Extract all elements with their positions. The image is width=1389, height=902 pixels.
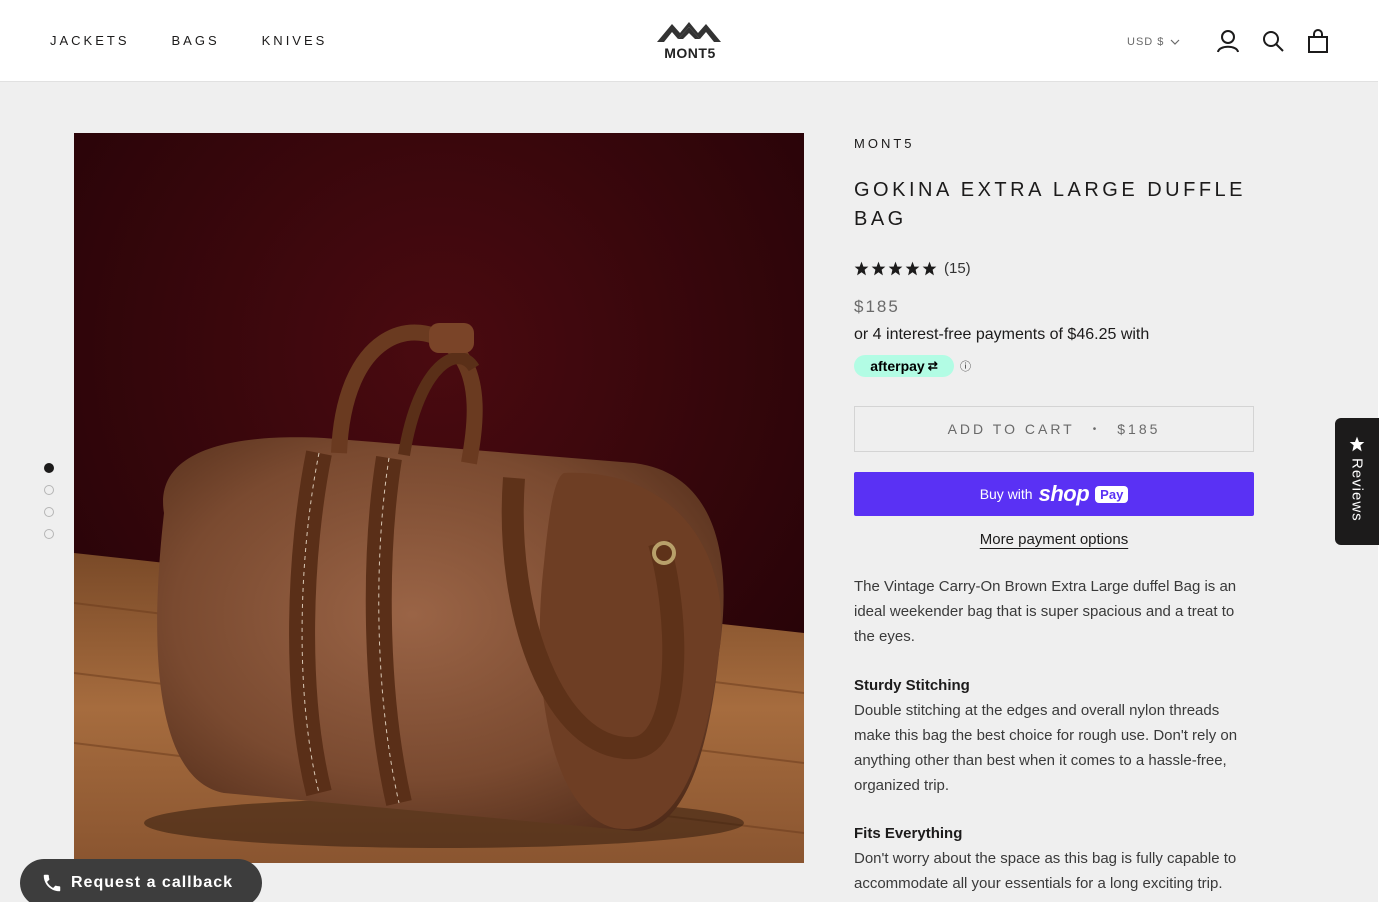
gallery-dot[interactable] [44, 529, 54, 539]
scrollbar-track[interactable] [1378, 0, 1389, 902]
more-payment-options-link[interactable]: More payment options [854, 531, 1254, 548]
main-nav: JACKETS BAGS KNIVES [50, 33, 327, 48]
shop-pay-buy-label: Buy with [979, 486, 1033, 502]
gallery-dot[interactable] [44, 463, 54, 473]
afterpay-logo-text: afterpay [870, 358, 925, 374]
reviews-tab-label: Reviews [1348, 458, 1366, 522]
star-rating [854, 261, 937, 276]
star-icon [922, 261, 937, 276]
chevron-down-icon [1170, 39, 1180, 45]
review-count[interactable]: (15) [944, 260, 971, 277]
add-to-cart-price: $185 [1117, 421, 1161, 437]
currency-label: USD $ [1127, 36, 1165, 48]
section-body: Double stitching at the edges and overal… [854, 702, 1238, 794]
gallery-dot[interactable] [44, 485, 54, 495]
request-callback-button[interactable]: Request a callback [20, 859, 262, 902]
product-price: $185 [854, 297, 900, 316]
reviews-side-tab[interactable]: Reviews [1335, 418, 1379, 545]
product-description: The Vintage Carry-On Brown Extra Large d… [854, 574, 1246, 902]
description-section: Fits Everything Don't worry about the sp… [854, 821, 1246, 902]
section-heading: Sturdy Stitching [854, 677, 970, 694]
nav-item-knives[interactable]: KNIVES [262, 33, 328, 48]
star-icon [905, 261, 920, 276]
section-body: Don't worry about the space as this bag … [854, 850, 1237, 902]
shop-pay-shop-logo: shop [1038, 481, 1090, 506]
nav-item-bags[interactable]: BAGS [172, 33, 220, 48]
search-icon[interactable] [1261, 29, 1285, 53]
product-title: GOKINA EXTRA LARGE DUFFLE BAG [854, 179, 1247, 230]
product-vendor[interactable]: MONT5 [854, 136, 1254, 151]
duffle-bag-image [74, 133, 804, 863]
add-to-cart-button[interactable]: ADD TO CART • $185 [854, 406, 1254, 452]
afterpay-arrows-icon: ⇄ [927, 359, 938, 373]
cart-icon[interactable] [1306, 29, 1330, 53]
shop-pay-pay-badge: Pay [1095, 485, 1129, 503]
account-icon[interactable] [1216, 29, 1240, 53]
gallery-nav-dots [44, 463, 54, 539]
site-header: JACKETS BAGS KNIVES MONT5 USD $ [0, 0, 1378, 82]
currency-selector[interactable]: USD $ [1127, 36, 1180, 48]
description-section: Sturdy Stitching Double stitching at the… [854, 673, 1246, 798]
afterpay-row: afterpay ⇄ ⓘ [854, 355, 1254, 377]
star-icon [854, 261, 869, 276]
afterpay-message: or 4 interest-free payments of $46.25 wi… [854, 326, 1150, 343]
logo-wordmark: MONT5 [664, 45, 716, 61]
nav-item-jackets[interactable]: JACKETS [50, 33, 130, 48]
add-to-cart-label: ADD TO CART [947, 421, 1075, 437]
product-rating[interactable]: (15) [854, 260, 1254, 277]
callback-label: Request a callback [71, 874, 234, 891]
star-icon [871, 261, 886, 276]
section-heading: Fits Everything [854, 825, 963, 842]
product-image[interactable] [74, 133, 804, 863]
star-icon [888, 261, 903, 276]
afterpay-logo[interactable]: afterpay ⇄ [854, 355, 954, 377]
gallery-dot[interactable] [44, 507, 54, 517]
star-icon [1349, 436, 1365, 452]
add-to-cart-separator: • [1092, 423, 1100, 435]
product-info: MONT5 GOKINA EXTRA LARGE DUFFLE BAG (15)… [854, 133, 1254, 902]
phone-icon [43, 874, 61, 892]
description-intro: The Vintage Carry-On Brown Extra Large d… [854, 578, 1237, 645]
shop-pay-button[interactable]: Buy with shop Pay [854, 472, 1254, 516]
info-icon[interactable]: ⓘ [960, 358, 971, 374]
